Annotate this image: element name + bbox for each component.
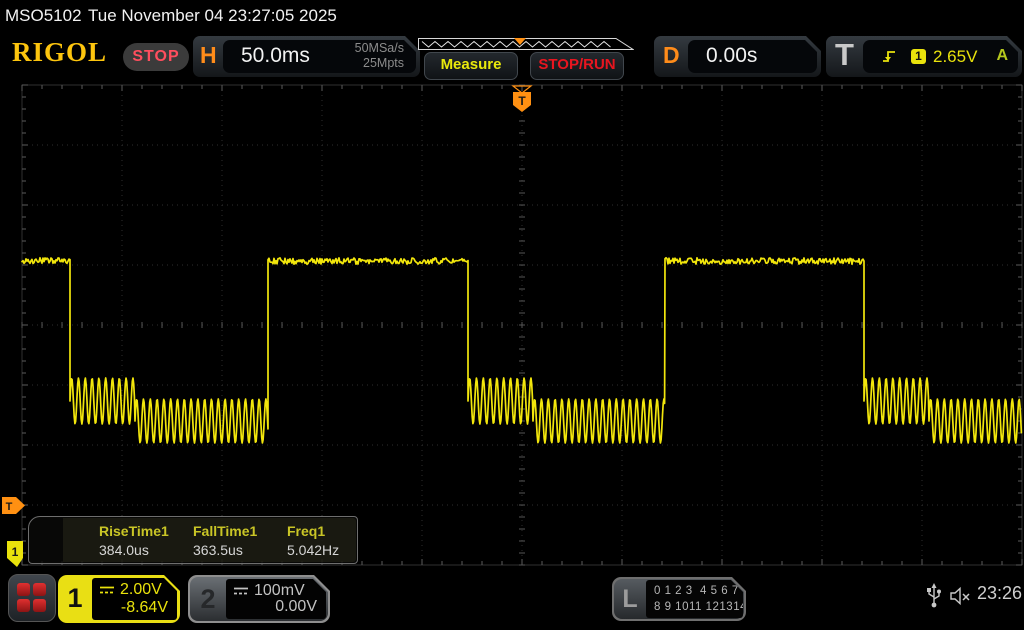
usb-icon [926,583,942,609]
measurement-name: Freq1 [287,523,325,539]
channel1-number: 1 [58,575,92,623]
measurement-name: FallTime1 [193,523,257,539]
channel2-offset: 0.00V [275,598,317,616]
channel1-values: 2.00V -8.64V [92,578,177,620]
logic-row-0-7: 0 1 2 3 4 5 6 7 [654,585,739,597]
menu-grid-icon [17,599,30,612]
menu-grid-icon [33,583,46,596]
svg-text:T: T [518,94,526,108]
svg-text:1: 1 [12,545,19,559]
speaker-muted-icon[interactable] [949,586,973,606]
dc-coupling-icon [99,585,115,595]
measurement-columns: RiseTime1 384.0us FallTime1 363.5us Freq… [63,518,356,562]
menu-grid-icon [33,599,46,612]
bottom-bar: 1 2.00V -8.64V 2 [0,570,1024,630]
measurement-name: RiseTime1 [99,523,169,539]
measurement-value: 363.5us [193,542,243,558]
channel2-number: 2 [190,577,226,621]
channel1-scale: 2.00V [120,581,162,599]
svg-text:T: T [6,501,13,513]
channel1-block[interactable]: 1 2.00V -8.64V [58,575,180,623]
oscilloscope-screen: MSO5102 Tue November 04 23:27:05 2025 RI… [0,0,1024,630]
measurement-value: 384.0us [99,542,149,558]
dc-coupling-icon [233,586,249,596]
measurement-value: 5.042Hz [287,542,339,558]
logic-row-8-15: 8 9 1011 12131415 [654,601,761,613]
channel2-block[interactable]: 2 100mV 0.00V [188,575,330,623]
menu-grid-button[interactable] [8,574,56,622]
logic-analyzer-block[interactable]: L 0 1 2 3 4 5 6 7 8 9 1011 12131415 [612,577,746,621]
channel1-ground-marker[interactable]: 1 [7,541,23,567]
channel1-offset: -8.64V [121,599,168,617]
menu-grid-icon [17,583,30,596]
channel2-values: 100mV 0.00V [226,579,326,619]
logic-label: L [614,579,646,619]
clock: 23:26 [977,583,1022,604]
logic-channels: 0 1 2 3 4 5 6 7 8 9 1011 12131415 [646,580,743,618]
measurement-panel[interactable]: RiseTime1 384.0us FallTime1 363.5us Freq… [28,516,358,564]
graticule [22,85,1022,565]
